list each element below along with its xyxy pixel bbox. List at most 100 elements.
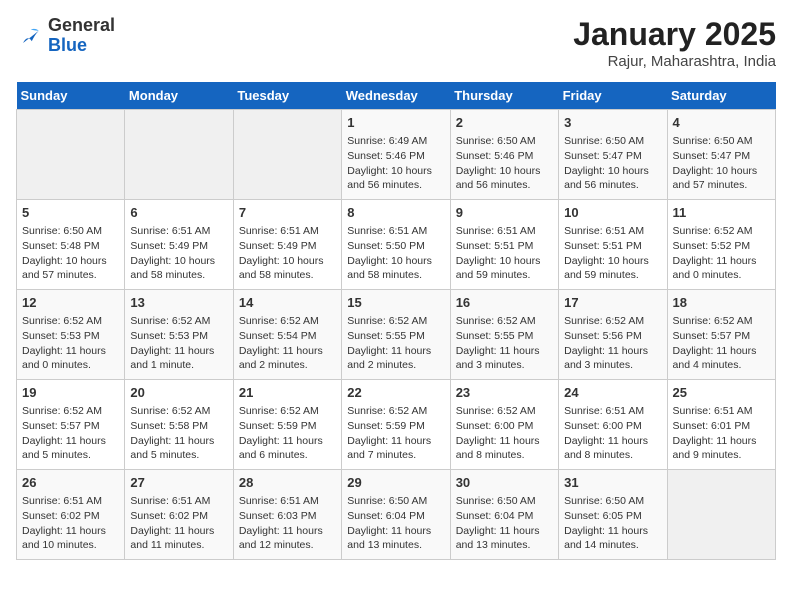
calendar-cell: 17 Sunrise: 6:52 AMSunset: 5:56 PMDayligh… — [559, 290, 667, 380]
day-number: 27 — [130, 474, 227, 492]
weekday-header: Saturday — [667, 82, 775, 110]
page-header: General Blue January 2025 Rajur, Maharas… — [16, 16, 776, 70]
cell-info: Sunrise: 6:50 AMSunset: 6:05 PMDaylight:… — [564, 494, 661, 553]
calendar-cell: 10Sunrise: 6:51 AMSunset: 5:51 PMDayligh… — [559, 200, 667, 290]
cell-info: Sunrise: 6:52 AMSunset: 5:53 PMDaylight:… — [130, 314, 227, 373]
cell-info: Sunrise: 6:51 AMSunset: 6:02 PMDaylight:… — [130, 494, 227, 553]
weekday-header: Sunday — [17, 82, 125, 110]
day-number: 26 — [22, 474, 119, 492]
calendar-cell: 14Sunrise: 6:52 AMSunset: 5:54 PMDayligh… — [233, 290, 341, 380]
cell-info: Sunrise: 6:49 AMSunset: 5:46 PMDaylight:… — [347, 134, 444, 193]
location: Rajur, Maharashtra, India — [573, 53, 776, 70]
day-number: 31 — [564, 474, 661, 492]
cell-info: Sunrise: 6:51 AMSunset: 5:49 PMDaylight:… — [130, 224, 227, 283]
logo-blue-text: Blue — [48, 35, 87, 55]
cell-info: Sunrise: 6:51 AMSunset: 6:00 PMDaylight:… — [564, 404, 661, 463]
cell-info: Sunrise: 6:52 AMSunset: 5:57 PMDaylight:… — [673, 314, 770, 373]
calendar-cell: 2 Sunrise: 6:50 AMSunset: 5:46 PMDaylight… — [450, 110, 558, 200]
day-number: 11 — [673, 204, 770, 222]
day-number: 14 — [239, 294, 336, 312]
day-number: 2 — [456, 114, 553, 132]
calendar-cell: 22 Sunrise: 6:52 AMSunset: 5:59 PMDayligh… — [342, 380, 450, 470]
calendar-cell: 18 Sunrise: 6:52 AMSunset: 5:57 PMDayligh… — [667, 290, 775, 380]
calendar-cell: 30 Sunrise: 6:50 AMSunset: 6:04 PMDayligh… — [450, 470, 558, 560]
day-number: 15 — [347, 294, 444, 312]
day-number: 13 — [130, 294, 227, 312]
cell-info: Sunrise: 6:51 AMSunset: 5:51 PMDaylight:… — [456, 224, 553, 283]
calendar-cell — [667, 470, 775, 560]
cell-info: Sunrise: 6:50 AMSunset: 5:47 PMDaylight:… — [564, 134, 661, 193]
calendar-cell: 29 Sunrise: 6:50 AMSunset: 6:04 PMDayligh… — [342, 470, 450, 560]
day-number: 17 — [564, 294, 661, 312]
calendar-week-row: 1 Sunrise: 6:49 AMSunset: 5:46 PMDaylight… — [17, 110, 776, 200]
weekday-header: Monday — [125, 82, 233, 110]
cell-info: Sunrise: 6:50 AMSunset: 5:46 PMDaylight:… — [456, 134, 553, 193]
day-number: 5 — [22, 204, 119, 222]
day-number: 25 — [673, 384, 770, 402]
cell-info: Sunrise: 6:52 AMSunset: 5:56 PMDaylight:… — [564, 314, 661, 373]
calendar-cell: 1 Sunrise: 6:49 AMSunset: 5:46 PMDaylight… — [342, 110, 450, 200]
calendar-table: SundayMondayTuesdayWednesdayThursdayFrid… — [16, 82, 776, 560]
calendar-cell: 5 Sunrise: 6:50 AMSunset: 5:48 PMDaylight… — [17, 200, 125, 290]
calendar-cell: 26 Sunrise: 6:51 AMSunset: 6:02 PMDayligh… — [17, 470, 125, 560]
calendar-cell: 4Sunrise: 6:50 AMSunset: 5:47 PMDaylight… — [667, 110, 775, 200]
calendar-cell: 3 Sunrise: 6:50 AMSunset: 5:47 PMDaylight… — [559, 110, 667, 200]
day-number: 4 — [673, 114, 770, 132]
calendar-cell — [125, 110, 233, 200]
calendar-cell: 16Sunrise: 6:52 AMSunset: 5:55 PMDayligh… — [450, 290, 558, 380]
logo-icon — [16, 22, 44, 50]
day-number: 19 — [22, 384, 119, 402]
month-title: January 2025 — [573, 16, 776, 53]
weekday-header: Thursday — [450, 82, 558, 110]
calendar-cell: 28Sunrise: 6:51 AMSunset: 6:03 PMDayligh… — [233, 470, 341, 560]
cell-info: Sunrise: 6:50 AMSunset: 6:04 PMDaylight:… — [347, 494, 444, 553]
day-number: 30 — [456, 474, 553, 492]
cell-info: Sunrise: 6:52 AMSunset: 5:52 PMDaylight:… — [673, 224, 770, 283]
day-number: 22 — [347, 384, 444, 402]
calendar-cell: 21 Sunrise: 6:52 AMSunset: 5:59 PMDayligh… — [233, 380, 341, 470]
title-block: January 2025 Rajur, Maharashtra, India — [573, 16, 776, 70]
calendar-week-row: 12 Sunrise: 6:52 AMSunset: 5:53 PMDayligh… — [17, 290, 776, 380]
calendar-cell: 20 Sunrise: 6:52 AMSunset: 5:58 PMDayligh… — [125, 380, 233, 470]
calendar-cell: 6 Sunrise: 6:51 AMSunset: 5:49 PMDaylight… — [125, 200, 233, 290]
cell-info: Sunrise: 6:52 AMSunset: 5:59 PMDaylight:… — [347, 404, 444, 463]
day-number: 21 — [239, 384, 336, 402]
day-number: 18 — [673, 294, 770, 312]
calendar-cell: 25 Sunrise: 6:51 AMSunset: 6:01 PMDayligh… — [667, 380, 775, 470]
cell-info: Sunrise: 6:50 AMSunset: 6:04 PMDaylight:… — [456, 494, 553, 553]
logo: General Blue — [16, 16, 115, 56]
calendar-cell: 19Sunrise: 6:52 AMSunset: 5:57 PMDayligh… — [17, 380, 125, 470]
day-number: 12 — [22, 294, 119, 312]
day-number: 29 — [347, 474, 444, 492]
cell-info: Sunrise: 6:52 AMSunset: 5:55 PMDaylight:… — [456, 314, 553, 373]
weekday-header: Wednesday — [342, 82, 450, 110]
weekday-header: Tuesday — [233, 82, 341, 110]
cell-info: Sunrise: 6:51 AMSunset: 6:02 PMDaylight:… — [22, 494, 119, 553]
cell-info: Sunrise: 6:51 AMSunset: 5:50 PMDaylight:… — [347, 224, 444, 283]
day-number: 1 — [347, 114, 444, 132]
day-number: 9 — [456, 204, 553, 222]
cell-info: Sunrise: 6:52 AMSunset: 5:55 PMDaylight:… — [347, 314, 444, 373]
cell-info: Sunrise: 6:50 AMSunset: 5:48 PMDaylight:… — [22, 224, 119, 283]
calendar-cell: 8 Sunrise: 6:51 AMSunset: 5:50 PMDaylight… — [342, 200, 450, 290]
day-number: 3 — [564, 114, 661, 132]
calendar-week-row: 26 Sunrise: 6:51 AMSunset: 6:02 PMDayligh… — [17, 470, 776, 560]
calendar-cell: 12 Sunrise: 6:52 AMSunset: 5:53 PMDayligh… — [17, 290, 125, 380]
cell-info: Sunrise: 6:51 AMSunset: 6:01 PMDaylight:… — [673, 404, 770, 463]
day-number: 6 — [130, 204, 227, 222]
cell-info: Sunrise: 6:52 AMSunset: 5:53 PMDaylight:… — [22, 314, 119, 373]
cell-info: Sunrise: 6:51 AMSunset: 5:49 PMDaylight:… — [239, 224, 336, 283]
cell-info: Sunrise: 6:52 AMSunset: 5:58 PMDaylight:… — [130, 404, 227, 463]
logo-general-text: General — [48, 15, 115, 35]
calendar-cell — [233, 110, 341, 200]
calendar-week-row: 19Sunrise: 6:52 AMSunset: 5:57 PMDayligh… — [17, 380, 776, 470]
day-number: 10 — [564, 204, 661, 222]
day-number: 24 — [564, 384, 661, 402]
day-number: 20 — [130, 384, 227, 402]
cell-info: Sunrise: 6:52 AMSunset: 5:59 PMDaylight:… — [239, 404, 336, 463]
day-number: 8 — [347, 204, 444, 222]
cell-info: Sunrise: 6:51 AMSunset: 6:03 PMDaylight:… — [239, 494, 336, 553]
calendar-cell: 23Sunrise: 6:52 AMSunset: 6:00 PMDayligh… — [450, 380, 558, 470]
calendar-cell: 7Sunrise: 6:51 AMSunset: 5:49 PMDaylight… — [233, 200, 341, 290]
calendar-cell: 31 Sunrise: 6:50 AMSunset: 6:05 PMDayligh… — [559, 470, 667, 560]
